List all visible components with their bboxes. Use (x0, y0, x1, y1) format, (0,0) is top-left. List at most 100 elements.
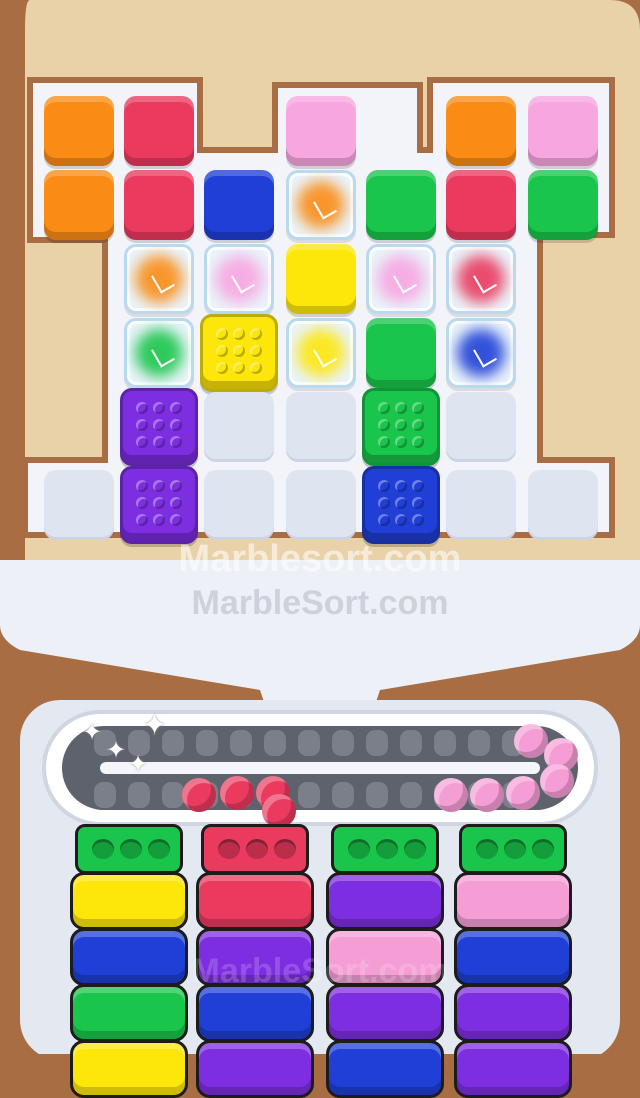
color-block-pink[interactable] (286, 96, 356, 166)
color-block-green[interactable] (528, 170, 598, 240)
marble-peg (136, 497, 148, 509)
marble-peg (233, 345, 245, 357)
marble-hole (274, 839, 296, 859)
marble-peg (216, 328, 228, 340)
red-marble (182, 778, 216, 812)
marble-hole (218, 839, 240, 859)
marble-peg (378, 436, 390, 448)
marble-peg (250, 345, 262, 357)
marble-peg (412, 497, 424, 509)
marble-peg (136, 436, 148, 448)
marble-peg (395, 402, 407, 414)
color-block-yellow[interactable] (286, 244, 356, 314)
ice-block-green[interactable] (124, 318, 194, 388)
empty-cell (44, 470, 114, 540)
column-top-red[interactable] (201, 824, 309, 874)
color-block-orange[interactable] (446, 96, 516, 166)
stack-block-purple[interactable] (454, 1040, 572, 1098)
marble-hole (404, 839, 426, 859)
stack-block-red[interactable] (196, 872, 314, 930)
marble-hole (148, 839, 170, 859)
stack-block-purple[interactable] (326, 984, 444, 1042)
ice-block-orange[interactable] (286, 170, 356, 240)
conveyor-slot (128, 782, 150, 808)
stack-block-blue[interactable] (196, 984, 314, 1042)
stack-block-blue[interactable] (326, 1040, 444, 1098)
column-top-green[interactable] (331, 824, 439, 874)
marble-peg (412, 480, 424, 492)
marble-hole (504, 839, 526, 859)
marble-peg (395, 419, 407, 431)
marble-peg (250, 328, 262, 340)
marble-peg (170, 402, 182, 414)
color-block-orange[interactable] (44, 96, 114, 166)
marble-peg (412, 436, 424, 448)
column-top-green[interactable] (459, 824, 567, 874)
marble-peg (170, 480, 182, 492)
sparkle-icon: ✦ (82, 719, 103, 746)
conveyor-slot (366, 782, 388, 808)
empty-cell (286, 392, 356, 462)
ice-block-pink[interactable] (204, 244, 274, 314)
pink-marble (470, 778, 504, 812)
color-block-red[interactable] (446, 170, 516, 240)
conveyor-slot (366, 730, 388, 756)
marble-peg (136, 419, 148, 431)
column-top-green[interactable] (75, 824, 183, 874)
stack-block-purple[interactable] (196, 1040, 314, 1098)
color-block-green[interactable] (366, 318, 436, 388)
ice-block-yellow[interactable] (286, 318, 356, 388)
marble-peg (233, 328, 245, 340)
marble-peg (136, 514, 148, 526)
color-block-orange[interactable] (44, 170, 114, 240)
marble-peg (170, 419, 182, 431)
marble-peg (378, 480, 390, 492)
stack-block-pale_pink[interactable] (454, 872, 572, 930)
stack-block-green[interactable] (70, 984, 188, 1042)
watermark-text-secondary: MarbleSort.com (191, 584, 449, 622)
marble-block-yellow[interactable] (200, 314, 278, 392)
ice-block-orange[interactable] (124, 244, 194, 314)
marble-hole (476, 839, 498, 859)
conveyor-slot (94, 782, 116, 808)
marble-peg (233, 362, 245, 374)
marble-block-purple[interactable] (120, 388, 198, 466)
marble-peg (153, 419, 165, 431)
stack-block-yellow[interactable] (70, 1040, 188, 1098)
conveyor-slot (264, 730, 286, 756)
stack-block-yellow[interactable] (70, 872, 188, 930)
pink-marble (434, 778, 468, 812)
empty-cell (286, 470, 356, 540)
ice-block-pink[interactable] (366, 244, 436, 314)
color-block-pink[interactable] (528, 96, 598, 166)
marble-block-purple[interactable] (120, 466, 198, 544)
conveyor-slot (298, 782, 320, 808)
marble-peg (153, 402, 165, 414)
color-block-blue[interactable] (204, 170, 274, 240)
conveyor-slot (332, 782, 354, 808)
marble-peg (378, 402, 390, 414)
empty-cell (528, 470, 598, 540)
stack-block-purple[interactable] (326, 872, 444, 930)
marble-peg (216, 362, 228, 374)
marble-peg (395, 497, 407, 509)
conveyor-slot (298, 730, 320, 756)
color-block-green[interactable] (366, 170, 436, 240)
marble-peg (136, 480, 148, 492)
ice-block-blue[interactable] (446, 318, 516, 388)
ice-block-red[interactable] (446, 244, 516, 314)
marble-block-blue[interactable] (362, 466, 440, 544)
sparkle-icon: ✦ (106, 737, 127, 764)
color-block-red[interactable] (124, 170, 194, 240)
color-block-red[interactable] (124, 96, 194, 166)
marble-peg (170, 514, 182, 526)
sparkle-icon: ✦ (142, 709, 168, 742)
stack-block-purple[interactable] (454, 984, 572, 1042)
marble-peg (170, 436, 182, 448)
marble-block-green[interactable] (362, 388, 440, 466)
empty-cell (446, 392, 516, 462)
marble-peg (153, 497, 165, 509)
marble-peg (216, 345, 228, 357)
empty-cell (204, 470, 274, 540)
marble-peg (412, 419, 424, 431)
